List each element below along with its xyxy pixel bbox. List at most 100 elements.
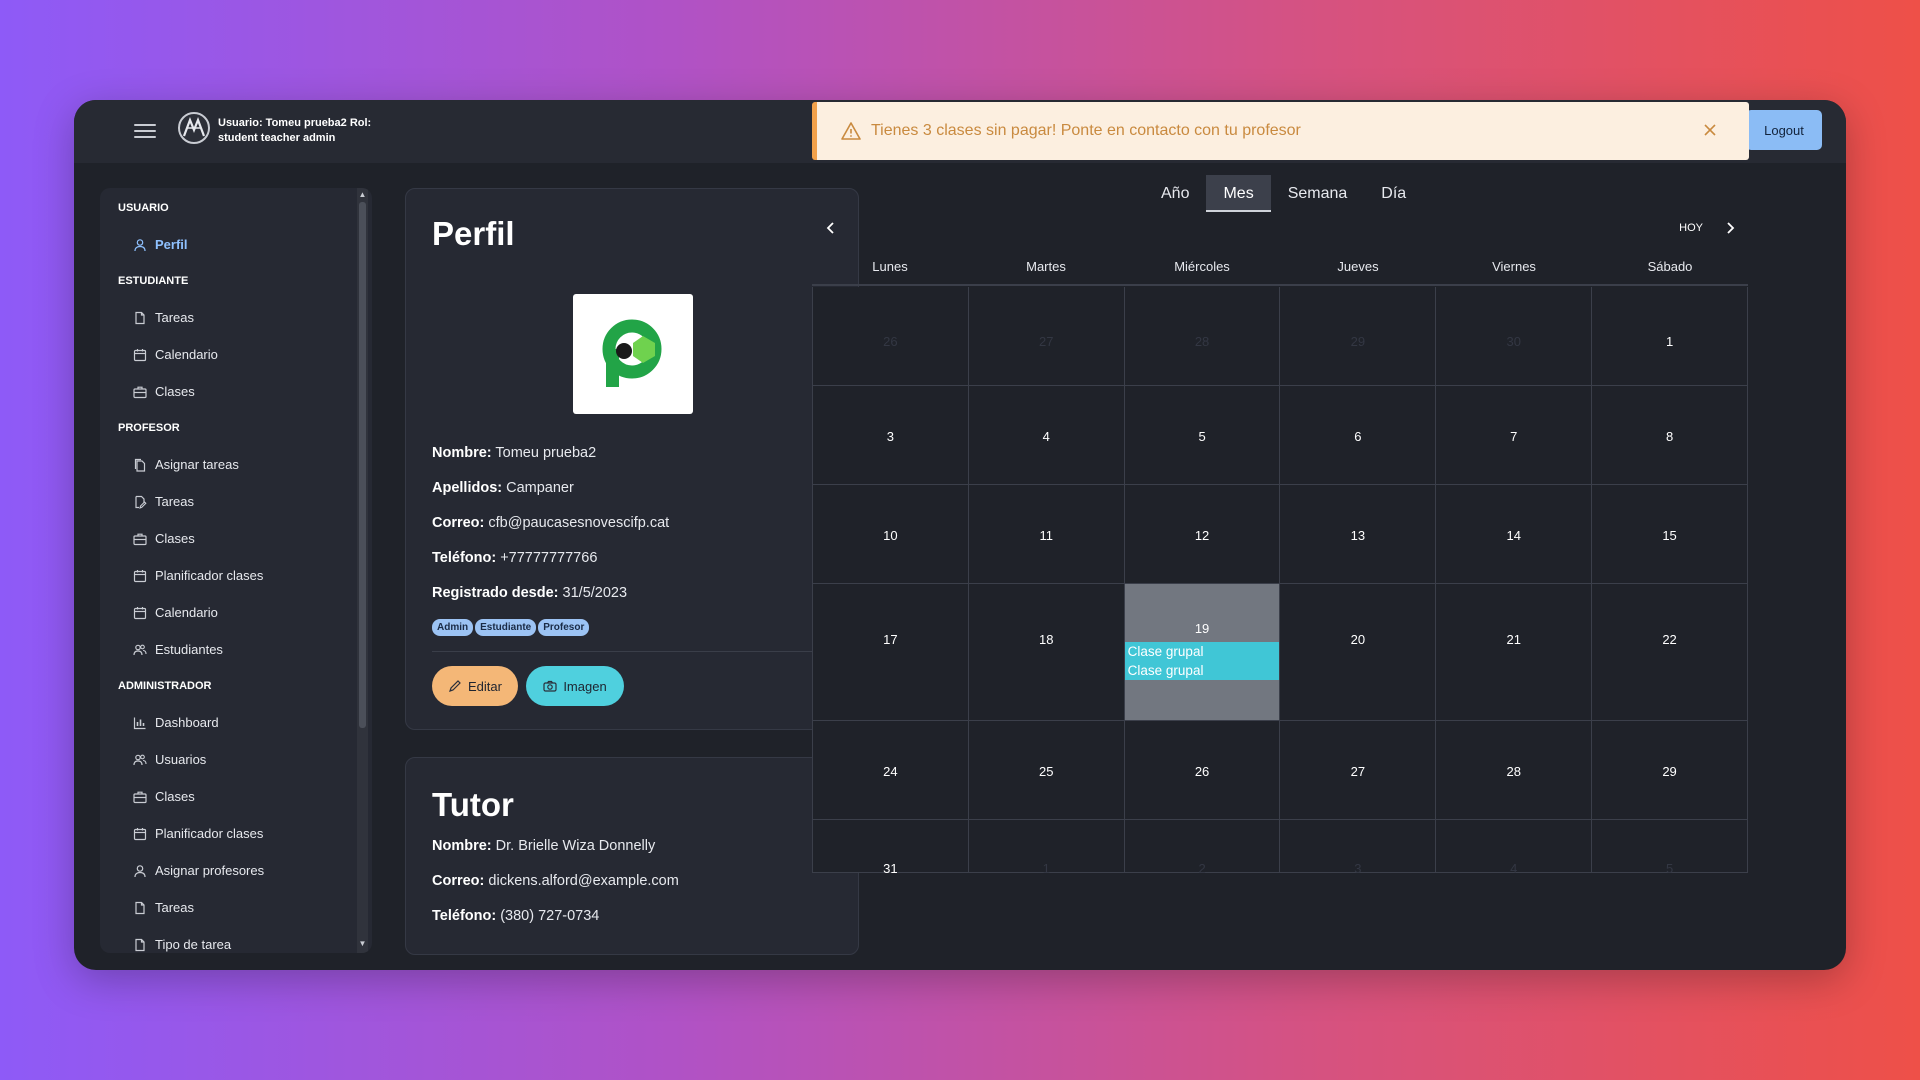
sidebar-item-tareas[interactable]: Tareas <box>100 299 356 336</box>
sidebar-item-asignar-profesores[interactable]: Asignar profesores <box>100 852 356 889</box>
file-icon <box>135 901 145 914</box>
today-button[interactable]: HOY <box>1679 222 1703 234</box>
sidebar-item-usuarios[interactable]: Usuarios <box>100 741 356 778</box>
sidebar: USUARIO Perfil ESTUDIANTE Tareas Calendario C… <box>100 188 372 953</box>
sidebar-item-clases[interactable]: Clases <box>100 778 356 815</box>
calendar-weekdays: Lunes Martes Miércoles Jueves Viernes Sábado <box>812 250 1748 286</box>
calendar-day-cell[interactable]: 12 <box>1124 485 1281 583</box>
profile-avatar <box>573 294 693 414</box>
calendar-day-cell[interactable]: 25 <box>968 721 1125 819</box>
calendar-day-cell[interactable]: 10 <box>812 485 969 583</box>
calendar-day-cell[interactable]: 3 <box>812 386 969 484</box>
briefcase-icon <box>133 386 147 398</box>
sidebar-item-planificador-clases[interactable]: Planificador clases <box>100 815 356 852</box>
edit-button-label: Editar <box>468 678 502 694</box>
day-number: 31 <box>883 861 898 876</box>
day-number: 8 <box>1665 429 1674 444</box>
close-icon[interactable] <box>1701 121 1719 139</box>
calendar-day-cell[interactable]: 27 <box>968 287 1125 385</box>
calendar-day-cell[interactable]: 7 <box>1436 386 1593 484</box>
role-badges: Admin Estudiante Profesor <box>432 619 590 636</box>
calendar-day-cell[interactable]: 24 <box>812 721 969 819</box>
calendar-day-cell[interactable]: 27 <box>1280 721 1437 819</box>
menu-icon[interactable] <box>134 120 156 142</box>
tab-view-2[interactable]: Semana <box>1271 175 1365 212</box>
calendar-day-cell[interactable]: 1 <box>1592 287 1748 385</box>
calendar-day-cell[interactable]: 4 <box>1436 820 1593 876</box>
sidebar-item-label: Dashboard <box>155 715 219 730</box>
sidebar-item-label: Usuarios <box>155 752 207 767</box>
sidebar-item-planificador-clases[interactable]: Planificador clases <box>100 557 356 594</box>
calendar-event[interactable]: Clase grupal <box>1124 642 1280 661</box>
sidebar-item-asignar-tareas[interactable]: Asignar tareas <box>100 446 356 483</box>
calendar-day-cell[interactable]: 30 <box>1436 287 1593 385</box>
calendar-week-row: 26 27 28 29 30 1 <box>812 287 1748 386</box>
calendar-day-cell[interactable]: 4 <box>968 386 1125 484</box>
sidebar-item-tipo-de-tarea[interactable]: Tipo de tarea <box>100 926 356 953</box>
tutor-field-label: Teléfono: <box>432 908 497 924</box>
sidebar-item-dashboard[interactable]: Dashboard <box>100 704 356 741</box>
day-number: 28 <box>1194 334 1210 349</box>
tutor-title: Tutor <box>432 786 514 823</box>
calendar-day-cell[interactable]: 26 <box>1124 721 1281 819</box>
day-number: 11 <box>1039 528 1053 543</box>
calendar-day-cell[interactable]: 11 <box>968 485 1125 583</box>
image-button[interactable]: Imagen <box>526 666 624 706</box>
calendar-view-tabs: Año Mes Semana Día <box>1144 175 1423 212</box>
sidebar-item-estudiantes[interactable]: Estudiantes <box>100 631 356 668</box>
weekday-header: Miércoles <box>1174 259 1230 274</box>
calendar-day-cell[interactable]: 8 <box>1592 386 1748 484</box>
sidebar-item-clases[interactable]: Clases <box>100 520 356 557</box>
calendar-day-cell[interactable]: 26 <box>812 287 969 385</box>
day-number: 18 <box>1039 632 1054 647</box>
sidebar-item-clases[interactable]: Clases <box>100 373 356 410</box>
calendar-day-cell[interactable]: 28 <box>1436 721 1593 819</box>
calendar-day-cell[interactable]: 6 <box>1280 386 1437 484</box>
calendar-day-cell[interactable]: 31 <box>812 820 969 876</box>
scroll-up-icon[interactable]: ▲ <box>358 190 367 200</box>
sidebar-item-calendario[interactable]: Calendario <box>100 336 356 373</box>
calendar-icon <box>133 569 147 582</box>
calendar-day-cell[interactable]: 20 <box>1280 584 1437 720</box>
calendar-day-cell[interactable]: 14 <box>1436 485 1593 583</box>
calendar-day-cell[interactable]: 19 Clase grupal Clase grupal <box>1124 584 1281 720</box>
scroll-down-icon[interactable]: ▼ <box>358 939 367 949</box>
calendar-day-cell[interactable]: 28 <box>1124 287 1281 385</box>
chevron-left-icon[interactable] <box>824 221 838 235</box>
warning-icon <box>841 122 861 140</box>
calendar-week-row: 3 4 5 6 7 8 <box>812 386 1748 485</box>
chevron-right-icon[interactable] <box>1723 221 1737 235</box>
calendar-day-cell[interactable]: 5 <box>1124 386 1281 484</box>
calendar-day-cell[interactable]: 5 <box>1592 820 1748 876</box>
tab-view-3[interactable]: Día <box>1364 175 1423 212</box>
calendar-day-cell[interactable]: 15 <box>1592 485 1748 583</box>
sidebar-section-title: ADMINISTRADOR <box>118 680 212 692</box>
day-number: 4 <box>1042 429 1050 444</box>
calendar-day-cell[interactable]: 13 <box>1280 485 1437 583</box>
day-number: 29 <box>1662 764 1677 779</box>
day-number: 27 <box>1039 334 1054 349</box>
calendar-day-cell[interactable]: 21 <box>1436 584 1593 720</box>
calendar-day-cell[interactable]: 17 <box>812 584 969 720</box>
calendar-day-cell[interactable]: 18 <box>968 584 1125 720</box>
calendar-week-row: 31 1 2 3 4 5 <box>812 820 1748 876</box>
calendar-event[interactable]: Clase grupal <box>1124 661 1280 680</box>
calendar-day-cell[interactable]: 22 <box>1592 584 1748 720</box>
calendar-day-cell[interactable]: 1 <box>968 820 1125 876</box>
logout-button[interactable]: Logout <box>1746 110 1822 150</box>
edit-button[interactable]: Editar <box>432 666 518 706</box>
calendar-day-cell[interactable]: 29 <box>1280 287 1437 385</box>
tab-view-1[interactable]: Mes <box>1206 175 1271 212</box>
sidebar-menu: USUARIO Perfil ESTUDIANTE Tareas Calendario C… <box>100 188 356 953</box>
sidebar-item-tareas[interactable]: Tareas <box>100 483 356 520</box>
sidebar-item-tareas[interactable]: Tareas <box>100 889 356 926</box>
sidebar-scrollbar[interactable]: ▲ ▼ <box>357 188 368 953</box>
calendar-day-cell[interactable]: 3 <box>1280 820 1437 876</box>
calendar-day-cell[interactable]: 29 <box>1592 721 1748 819</box>
calendar-day-cell[interactable]: 2 <box>1124 820 1281 876</box>
sidebar-item-label: Tareas <box>155 310 195 325</box>
scroll-thumb[interactable] <box>359 202 366 728</box>
tab-view-0[interactable]: Año <box>1144 175 1206 212</box>
sidebar-item-perfil[interactable]: Perfil <box>100 226 356 263</box>
sidebar-item-calendario[interactable]: Calendario <box>100 594 356 631</box>
